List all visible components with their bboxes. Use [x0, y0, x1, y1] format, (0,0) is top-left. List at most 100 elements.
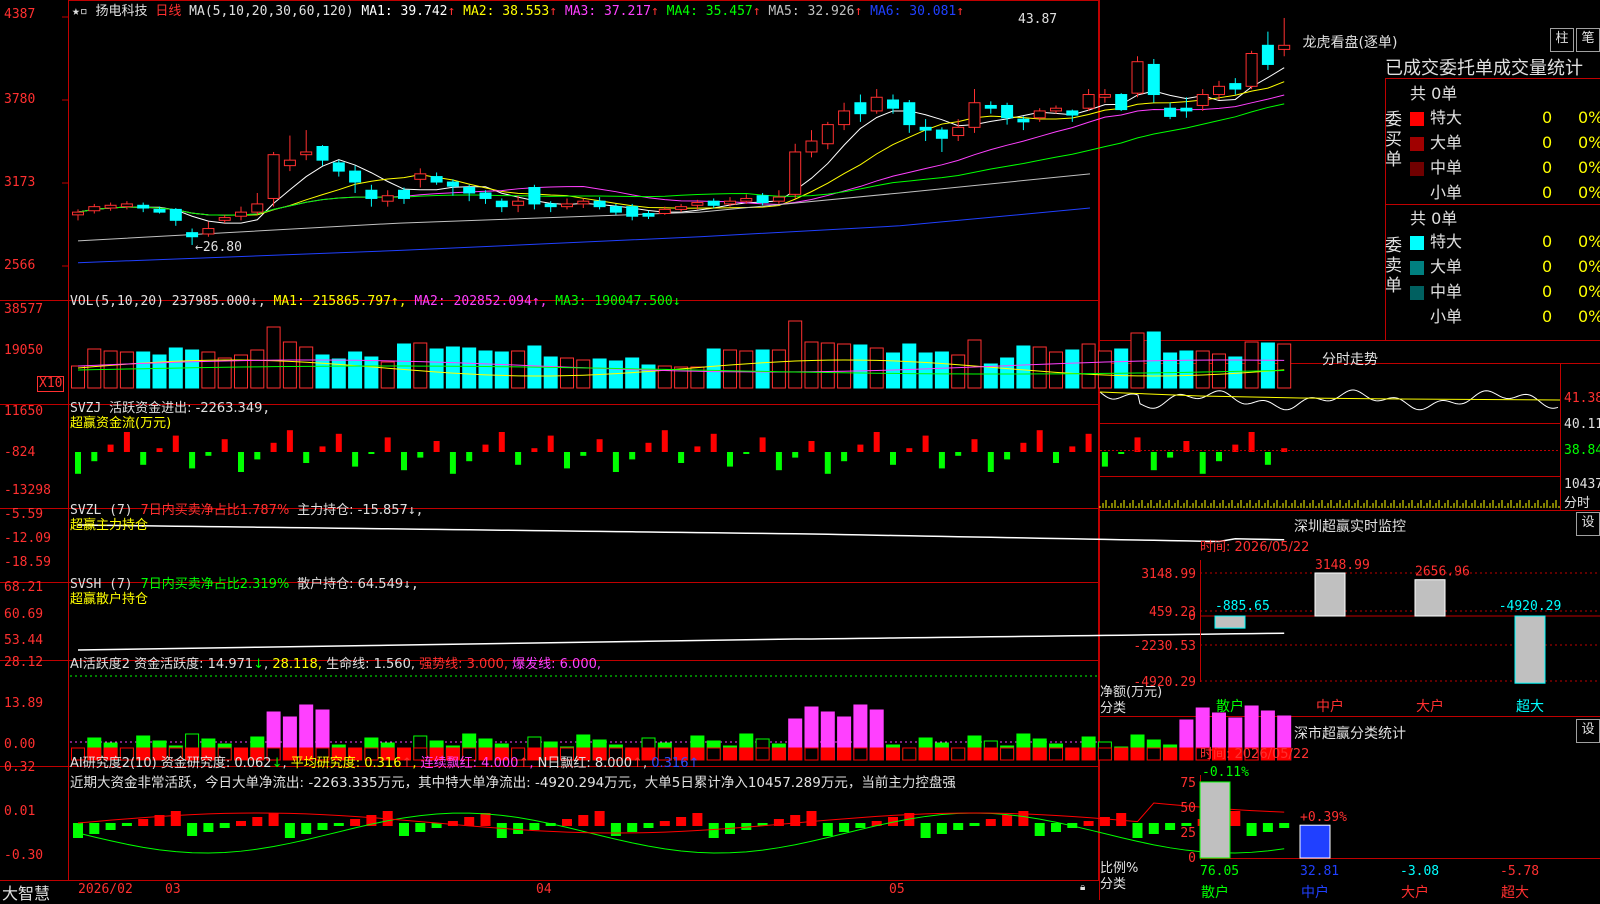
ma-values: MA1: 39.742↑ MA2: 38.553↑ MA3: 37.217↑ M… — [361, 4, 964, 19]
fund-flow-bar — [156, 448, 163, 452]
research-bar — [236, 821, 246, 826]
research-bar — [284, 823, 295, 838]
ma-arrow-icon: ↑ — [650, 4, 659, 19]
volume-bar — [723, 349, 737, 389]
sz-bar — [1314, 572, 1346, 617]
star-icon[interactable]: ★ — [72, 4, 80, 19]
ma-value-5: MA5: 32.926 — [760, 4, 855, 19]
candle-body — [968, 102, 981, 128]
ss-bar — [1199, 781, 1231, 859]
fund-flow-bar — [254, 452, 261, 460]
tick-view-button[interactable]: 笔 — [1576, 28, 1600, 52]
fund-flow-bar — [857, 444, 864, 452]
order-type: 特大 — [1430, 108, 1463, 127]
research-bar — [105, 823, 116, 830]
sz-value-label: 3148.99 — [1315, 558, 1370, 573]
candle-body — [1196, 94, 1209, 106]
scroll-icon[interactable]: ▫ — [80, 4, 88, 19]
sz-settings-button[interactable]: 设 — [1576, 512, 1600, 536]
volume-bar — [576, 359, 591, 389]
activity-base-bar — [967, 747, 982, 761]
research-bar — [333, 823, 344, 826]
svsh-subtitle: 超赢散户持仓 — [70, 592, 149, 607]
fund-flow-bar — [1248, 432, 1255, 452]
fund-flow-bar — [580, 452, 587, 456]
candle-body — [919, 126, 932, 131]
ss-category: 超大 — [1501, 885, 1529, 900]
fund-flow-bar — [91, 452, 98, 462]
research-bar — [839, 823, 850, 832]
activity-base-bar — [886, 747, 900, 761]
research-bar — [170, 811, 181, 826]
fund-flow-bar — [1134, 437, 1141, 452]
order-type: 大单 — [1430, 257, 1463, 276]
activity-base-bar — [739, 747, 754, 761]
candle-body — [186, 232, 199, 238]
candle-body — [398, 189, 410, 199]
fund-flow-bar — [498, 432, 505, 452]
activity-base-bar — [983, 747, 998, 761]
ai1-burstline: 爆发线: 6.000 — [512, 657, 597, 672]
volume-bar — [934, 351, 949, 389]
research-bar — [301, 823, 312, 834]
fund-flow-bar — [1216, 452, 1222, 462]
stock-name[interactable]: 扬电科技 — [95, 4, 147, 19]
ss-axis-label: 25 — [1180, 826, 1196, 841]
fund-flow-bar — [841, 452, 848, 462]
ss-value-label: 76.05 — [1200, 864, 1239, 879]
volume-bar — [299, 346, 314, 389]
ma-value-6: MA6: 30.081 — [862, 4, 957, 19]
order-pct: 0% — [1578, 133, 1600, 152]
order-count: 0 — [1542, 133, 1553, 152]
ai2-axis-3: -0.30 — [4, 848, 44, 863]
fund-flow-bar — [140, 452, 147, 465]
fund-flow-bar — [710, 433, 717, 452]
volume-bar — [951, 354, 966, 389]
fund-flow-bar — [270, 442, 277, 452]
column-view-button[interactable]: 柱 — [1550, 28, 1574, 52]
research-bar — [1279, 823, 1290, 828]
price-axis-1: 4387 — [4, 7, 36, 22]
fund-flow-bar — [873, 432, 880, 452]
fund-flow-bar — [1199, 452, 1206, 474]
color-swatch — [1410, 161, 1424, 176]
volume-bar — [918, 352, 933, 389]
fund-flow-bar — [775, 452, 782, 471]
ss-category: 大户 — [1401, 884, 1429, 900]
ss-value-label: -3.08 — [1400, 864, 1439, 879]
fund-flow-bar — [938, 452, 945, 469]
fund-flow-bar — [1053, 452, 1059, 463]
lock-icon[interactable]: 🔒︎ — [1080, 882, 1085, 893]
fund-flow-bar — [661, 430, 668, 452]
candle-body — [935, 129, 948, 139]
order-row: 特大 0 0% — [1410, 230, 1600, 254]
color-swatch — [1410, 235, 1424, 250]
ss-settings-button[interactable]: 设 — [1576, 719, 1600, 743]
sz-category: 散户 — [1216, 698, 1244, 715]
lhb-title: 龙虎看盘(逐单) — [1302, 35, 1398, 51]
order-count: 0 — [1542, 282, 1553, 301]
candle-body — [642, 212, 655, 217]
candle-body — [821, 124, 834, 145]
activity-base-bar — [951, 747, 966, 761]
candle-body — [235, 211, 247, 217]
volume-bar — [429, 348, 444, 389]
color-swatch — [1410, 111, 1424, 126]
ma-value-1: MA1: 39.742 — [361, 4, 448, 19]
ss-value-label: 32.81 — [1300, 864, 1339, 879]
sz-category: 中户 — [1316, 698, 1344, 715]
period-label[interactable]: 日线 — [155, 4, 181, 19]
ma-arrow-icon: ↑ — [752, 4, 761, 19]
fund-flow-bar — [335, 433, 342, 452]
fund-flow-bar — [759, 437, 766, 452]
ai2-title: AI研究度2(10) — [70, 756, 157, 771]
research-bar — [1246, 823, 1257, 836]
fund-flow-bar — [466, 452, 473, 462]
activity-base-bar — [804, 747, 819, 761]
vol-unit-button[interactable]: X10 — [37, 376, 65, 392]
activity-base-bar — [788, 747, 803, 761]
activity-base-bar — [934, 747, 949, 761]
research-bar — [317, 823, 328, 830]
ma-value-3: MA3: 37.217 — [557, 4, 651, 19]
volume-bar — [413, 342, 428, 389]
